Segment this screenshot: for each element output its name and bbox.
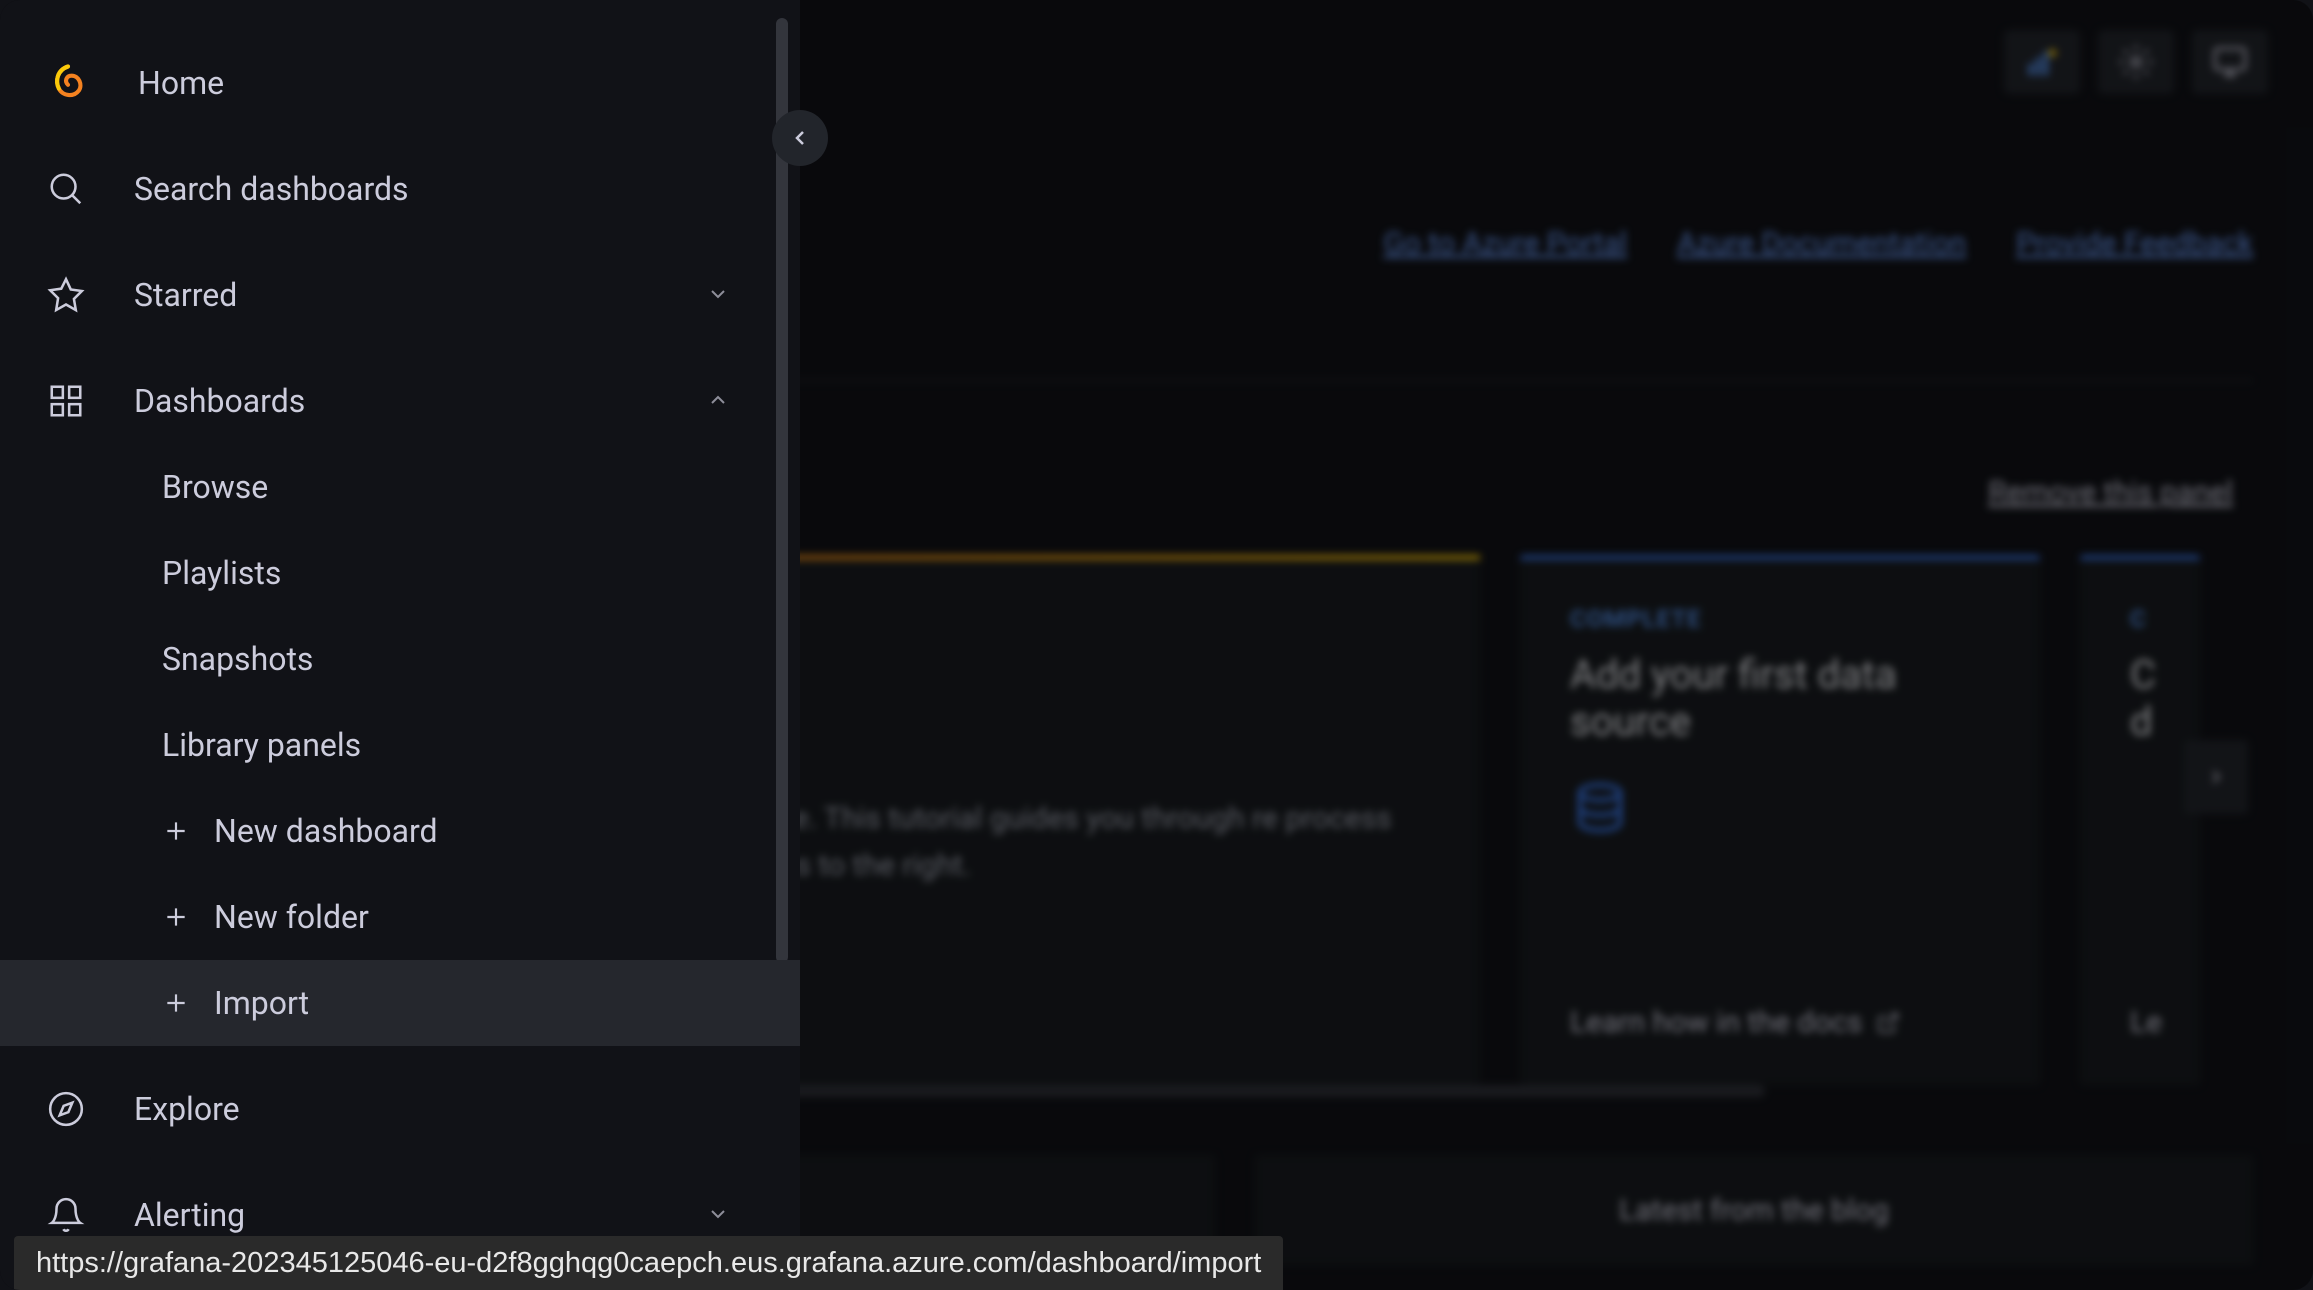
grafana-logo-icon <box>46 61 90 105</box>
nav-starred[interactable]: Starred <box>0 252 800 338</box>
plus-icon <box>162 990 190 1016</box>
nav-playlists-label: Playlists <box>162 554 281 592</box>
nav-new-folder[interactable]: New folder <box>0 874 800 960</box>
nav-home-label: Home <box>138 64 224 102</box>
nav-snapshots[interactable]: Snapshots <box>0 616 800 702</box>
bell-icon <box>46 1195 86 1235</box>
nav-import[interactable]: Import <box>0 960 800 1046</box>
nav-explore[interactable]: Explore <box>0 1066 800 1152</box>
nav-library-panels-label: Library panels <box>162 726 361 764</box>
nav-import-label: Import <box>214 984 309 1022</box>
plus-icon <box>162 818 190 844</box>
nav-browse[interactable]: Browse <box>0 444 800 530</box>
nav-new-dashboard[interactable]: New dashboard <box>0 788 800 874</box>
nav-search[interactable]: Search dashboards <box>0 146 800 232</box>
collapse-sidebar-button[interactable] <box>772 110 828 166</box>
star-icon <box>46 275 86 315</box>
nav-library-panels[interactable]: Library panels <box>0 702 800 788</box>
chevron-up-icon <box>706 382 730 420</box>
nav-new-dashboard-label: New dashboard <box>214 812 438 850</box>
nav-dashboards-label: Dashboards <box>134 382 305 420</box>
nav-snapshots-label: Snapshots <box>162 640 313 678</box>
chevron-down-icon <box>706 1196 730 1234</box>
nav-dashboards[interactable]: Dashboards <box>0 358 800 444</box>
dashboards-icon <box>46 381 86 421</box>
compass-icon <box>46 1089 86 1129</box>
nav-home[interactable]: Home <box>0 40 800 126</box>
nav-starred-label: Starred <box>134 276 237 314</box>
nav-explore-label: Explore <box>134 1090 240 1128</box>
chevron-down-icon <box>706 276 730 314</box>
search-icon <box>46 169 86 209</box>
nav-search-label: Search dashboards <box>134 170 409 208</box>
statusbar-url: https://grafana-202345125046-eu-d2f8gghq… <box>14 1236 1283 1290</box>
nav-playlists[interactable]: Playlists <box>0 530 800 616</box>
nav-alerting-label: Alerting <box>134 1196 245 1234</box>
plus-icon <box>162 904 190 930</box>
nav-new-folder-label: New folder <box>214 898 369 936</box>
nav-browse-label: Browse <box>162 468 268 506</box>
sidebar: Home Search dashboards Starred Dashboar <box>0 0 800 1290</box>
